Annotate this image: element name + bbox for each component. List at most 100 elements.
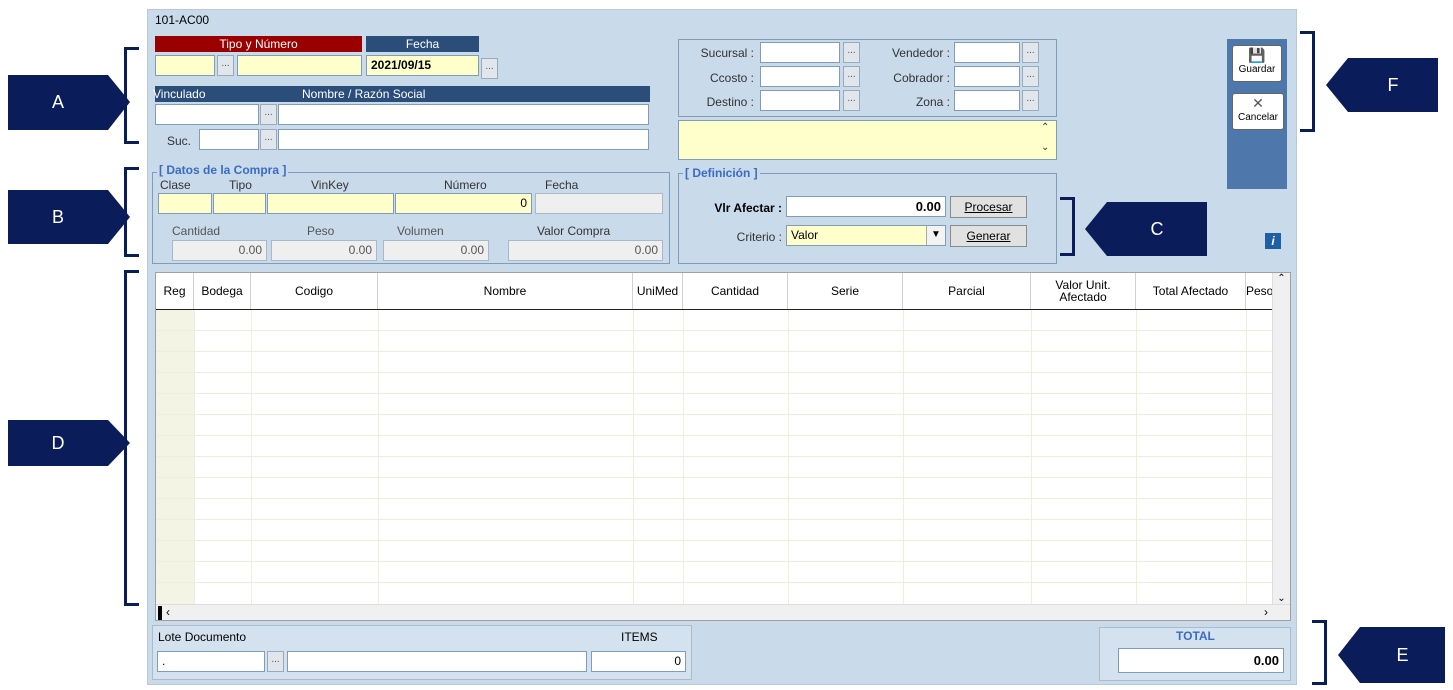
criterio-select[interactable]: Valor bbox=[786, 225, 946, 246]
bracket-f bbox=[1300, 31, 1315, 132]
nombre-input[interactable] bbox=[278, 104, 649, 125]
marker-e: E bbox=[1360, 627, 1445, 683]
marker-c: C bbox=[1107, 202, 1207, 256]
valor-compra-label: Valor Compra bbox=[537, 224, 611, 238]
grid-row-line bbox=[156, 393, 1272, 394]
scroll-up-icon[interactable]: ⌃ bbox=[1041, 122, 1049, 133]
horizontal-scrollbar[interactable]: ‹ › bbox=[156, 604, 1290, 620]
vinculado-input[interactable] bbox=[155, 104, 259, 125]
items-grid[interactable]: Reg Bodega Codigo Nombre UniMed Cantidad… bbox=[155, 272, 1291, 621]
col-total-afectado[interactable]: Total Afectado bbox=[1136, 273, 1246, 309]
info-icon[interactable]: i bbox=[1265, 233, 1281, 249]
volumen-label: Volumen bbox=[397, 224, 444, 238]
tipo-input[interactable] bbox=[155, 55, 215, 76]
grid-col-line bbox=[251, 310, 252, 604]
suc-input[interactable] bbox=[199, 129, 259, 150]
row-indicator bbox=[158, 606, 162, 620]
scroll-down-icon[interactable]: ⌄ bbox=[1273, 593, 1290, 604]
grid-row-line bbox=[156, 498, 1272, 499]
col-cantidad[interactable]: Cantidad bbox=[683, 273, 788, 309]
col-serie[interactable]: Serie bbox=[788, 273, 903, 309]
chevron-down-icon[interactable]: ▼ bbox=[926, 226, 945, 245]
zona-lookup-button[interactable]: ... bbox=[1022, 90, 1039, 111]
col-reg[interactable]: Reg bbox=[156, 273, 194, 309]
marker-e-label: E bbox=[1396, 644, 1409, 665]
numero-label: Número bbox=[444, 178, 487, 192]
row-header-column bbox=[156, 310, 194, 604]
ccosto-lookup-button[interactable]: ... bbox=[843, 66, 860, 87]
col-bodega[interactable]: Bodega bbox=[194, 273, 251, 309]
definicion-title: [ Definición ] bbox=[683, 166, 760, 180]
destino-lookup-button[interactable]: ... bbox=[843, 90, 860, 111]
scroll-right-icon[interactable]: › bbox=[1264, 605, 1268, 619]
valor-compra-value: 0.00 bbox=[508, 240, 663, 261]
col-unimed[interactable]: UniMed bbox=[633, 273, 683, 309]
generar-button[interactable]: Generar bbox=[950, 225, 1027, 247]
cobrador-label: Cobrador : bbox=[893, 71, 950, 85]
marker-f-arrow bbox=[1326, 58, 1348, 112]
vlr-afectar-input[interactable]: 0.00 bbox=[786, 196, 946, 217]
peso-value: 0.00 bbox=[271, 240, 377, 261]
scroll-up-icon[interactable]: ⌃ bbox=[1273, 273, 1290, 284]
peso-label: Peso bbox=[307, 224, 335, 238]
grid-row-line bbox=[156, 519, 1272, 520]
col-codigo[interactable]: Codigo bbox=[251, 273, 378, 309]
fecha-input[interactable]: 2021/09/15 bbox=[366, 55, 479, 76]
marker-e-arrow bbox=[1338, 627, 1360, 683]
vendedor-lookup-button[interactable]: ... bbox=[1022, 42, 1039, 63]
ccosto-input[interactable] bbox=[760, 66, 840, 87]
grid-col-line bbox=[194, 310, 195, 604]
grid-row-line bbox=[156, 561, 1272, 562]
scroll-down-icon[interactable]: ⌄ bbox=[1041, 142, 1049, 153]
vertical-scrollbar[interactable]: ⌃ ⌄ bbox=[1272, 273, 1290, 604]
scroll-left-icon[interactable]: ‹ bbox=[166, 605, 170, 619]
datos-compra-title: [ Datos de la Compra ] bbox=[157, 163, 289, 177]
sucursal-input[interactable] bbox=[760, 42, 840, 63]
grid-header-divider bbox=[156, 309, 1272, 310]
vinkey-input[interactable] bbox=[267, 193, 394, 214]
ccosto-label: Ccosto : bbox=[709, 71, 754, 85]
numero-input[interactable] bbox=[237, 55, 362, 76]
marker-b-label: B bbox=[51, 206, 64, 227]
sucursal-lookup-button[interactable]: ... bbox=[843, 42, 860, 63]
vinculado-lookup-button[interactable]: ... bbox=[260, 104, 277, 125]
cobrador-lookup-button[interactable]: ... bbox=[1022, 66, 1039, 87]
lote-descripcion-input[interactable] bbox=[287, 651, 587, 672]
grid-col-line bbox=[903, 310, 904, 604]
guardar-button[interactable]: 💾 Guardar bbox=[1232, 45, 1282, 82]
vlr-afectar-label: Vlr Afectar : bbox=[714, 201, 782, 215]
suc-lookup-button[interactable]: ... bbox=[260, 129, 277, 150]
vendedor-input[interactable] bbox=[954, 42, 1020, 63]
cobrador-input[interactable] bbox=[954, 66, 1020, 87]
grid-row-line bbox=[156, 477, 1272, 478]
fecha-picker-button[interactable]: ... bbox=[481, 58, 498, 79]
guardar-label: Guardar bbox=[1238, 64, 1276, 75]
sucursal-label: Sucursal : bbox=[700, 46, 754, 60]
cancelar-button[interactable]: ✕ Cancelar bbox=[1232, 93, 1284, 130]
volumen-value: 0.00 bbox=[383, 240, 489, 261]
tipo-lookup-button[interactable]: ... bbox=[217, 55, 234, 76]
col-peso[interactable]: Peso bbox=[1246, 273, 1274, 309]
observaciones-textarea[interactable] bbox=[678, 120, 1057, 160]
clase-input[interactable] bbox=[158, 193, 212, 214]
col-parcial[interactable]: Parcial bbox=[903, 273, 1031, 309]
save-icon: 💾 bbox=[1248, 47, 1266, 63]
marker-f-label: F bbox=[1387, 74, 1399, 95]
nombre-label: Nombre / Razón Social bbox=[302, 87, 426, 101]
lote-lookup-button[interactable]: ... bbox=[267, 651, 284, 672]
zona-input[interactable] bbox=[954, 90, 1020, 111]
destino-input[interactable] bbox=[760, 90, 840, 111]
numero-compra-input[interactable]: 0 bbox=[395, 193, 532, 214]
grid-row-line bbox=[156, 435, 1272, 436]
marker-d-label: D bbox=[51, 432, 65, 453]
lote-input[interactable]: . bbox=[157, 651, 265, 672]
total-label: TOTAL bbox=[1176, 629, 1215, 643]
grid-col-line bbox=[1246, 310, 1247, 604]
items-label: ITEMS bbox=[621, 630, 658, 644]
col-valor-unit[interactable]: Valor Unit. Afectado bbox=[1031, 273, 1136, 309]
grid-col-line bbox=[633, 310, 634, 604]
tipo-compra-input[interactable] bbox=[213, 193, 266, 214]
suc-nombre-input[interactable] bbox=[278, 129, 649, 150]
procesar-button[interactable]: Procesar bbox=[950, 196, 1027, 218]
col-nombre[interactable]: Nombre bbox=[378, 273, 633, 309]
